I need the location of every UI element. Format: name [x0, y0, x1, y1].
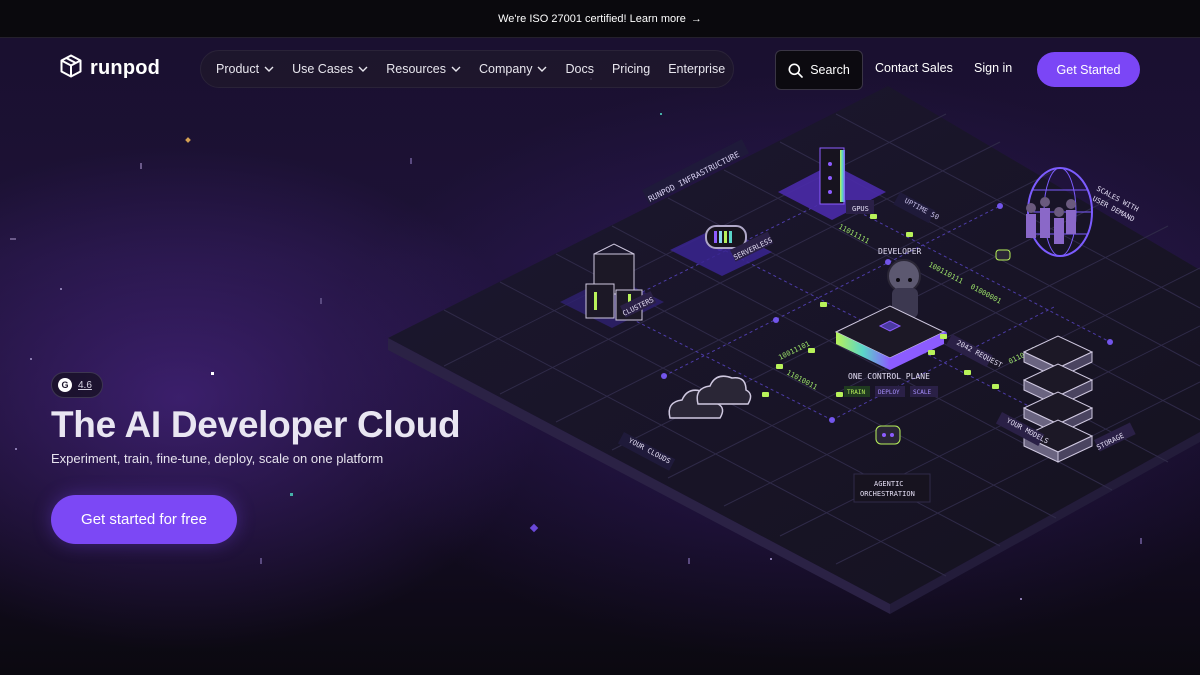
search-icon: [788, 63, 803, 78]
rating-value: 4.6: [78, 379, 92, 391]
nav-item-use-cases[interactable]: Use Cases: [292, 62, 368, 76]
search-label: Search: [810, 63, 850, 77]
brand-logo[interactable]: runpod: [60, 54, 160, 83]
g2-logo-icon: G: [58, 378, 72, 392]
nav-item-product[interactable]: Product: [216, 62, 274, 76]
brand-name: runpod: [90, 57, 161, 79]
train-tag: TRAIN: [847, 389, 865, 396]
contact-sales-link[interactable]: Contact Sales: [875, 61, 953, 75]
infrastructure-illustration: GPUS UPTIME 50 RUNPOD INFRASTRUCTURE SER…: [388, 86, 1200, 614]
chevron-down-icon: [537, 66, 547, 72]
search-button[interactable]: Search: [775, 50, 863, 90]
g2-rating-badge[interactable]: G 4.6: [51, 372, 103, 398]
hero-title: The AI Developer Cloud: [51, 404, 461, 445]
nav-item-company[interactable]: Company: [479, 62, 548, 76]
get-started-free-button[interactable]: Get started for free: [51, 495, 237, 544]
nav-item-label: Enterprise: [668, 62, 726, 76]
sign-in-link[interactable]: Sign in: [974, 61, 1012, 75]
nav-item-label: Company: [478, 62, 533, 76]
nav-item-label: Docs: [565, 62, 594, 76]
arrow-right-icon: →: [690, 12, 702, 25]
nav-item-resources[interactable]: Resources: [386, 62, 461, 76]
cube-icon: [60, 54, 82, 83]
chevron-down-icon: [451, 66, 461, 72]
hero-subtitle: Experiment, train, fine-tune, deploy, sc…: [51, 451, 384, 466]
nav-item-label: Product: [216, 62, 260, 76]
agentic-label-2: ORCHESTRATION: [860, 490, 915, 498]
chevron-down-icon: [264, 66, 274, 72]
nav-item-enterprise[interactable]: Enterprise: [668, 62, 725, 76]
get-started-button[interactable]: Get Started: [1037, 52, 1140, 87]
nav-item-label: Resources: [386, 62, 446, 76]
main-nav: Product Use Cases Resources Company Docs…: [200, 50, 734, 88]
developer-label: DEVELOPER: [878, 247, 922, 256]
nav-item-label: Use Cases: [292, 62, 354, 76]
deploy-tag: DEPLOY: [878, 389, 900, 396]
announcement-bar[interactable]: We're ISO 27001 certified! Learn more →: [0, 0, 1200, 38]
announcement-text[interactable]: We're ISO 27001 certified! Learn more: [498, 13, 686, 25]
agentic-label-1: AGENTIC: [874, 480, 904, 488]
nav-item-pricing[interactable]: Pricing: [612, 62, 650, 76]
scale-tag: SCALE: [913, 389, 931, 396]
gpus-label: GPUS: [852, 205, 869, 213]
chevron-down-icon: [358, 66, 368, 72]
control-plane-label: ONE CONTROL PLANE: [848, 372, 930, 381]
nav-item-docs[interactable]: Docs: [565, 62, 593, 76]
nav-item-label: Pricing: [611, 62, 651, 76]
